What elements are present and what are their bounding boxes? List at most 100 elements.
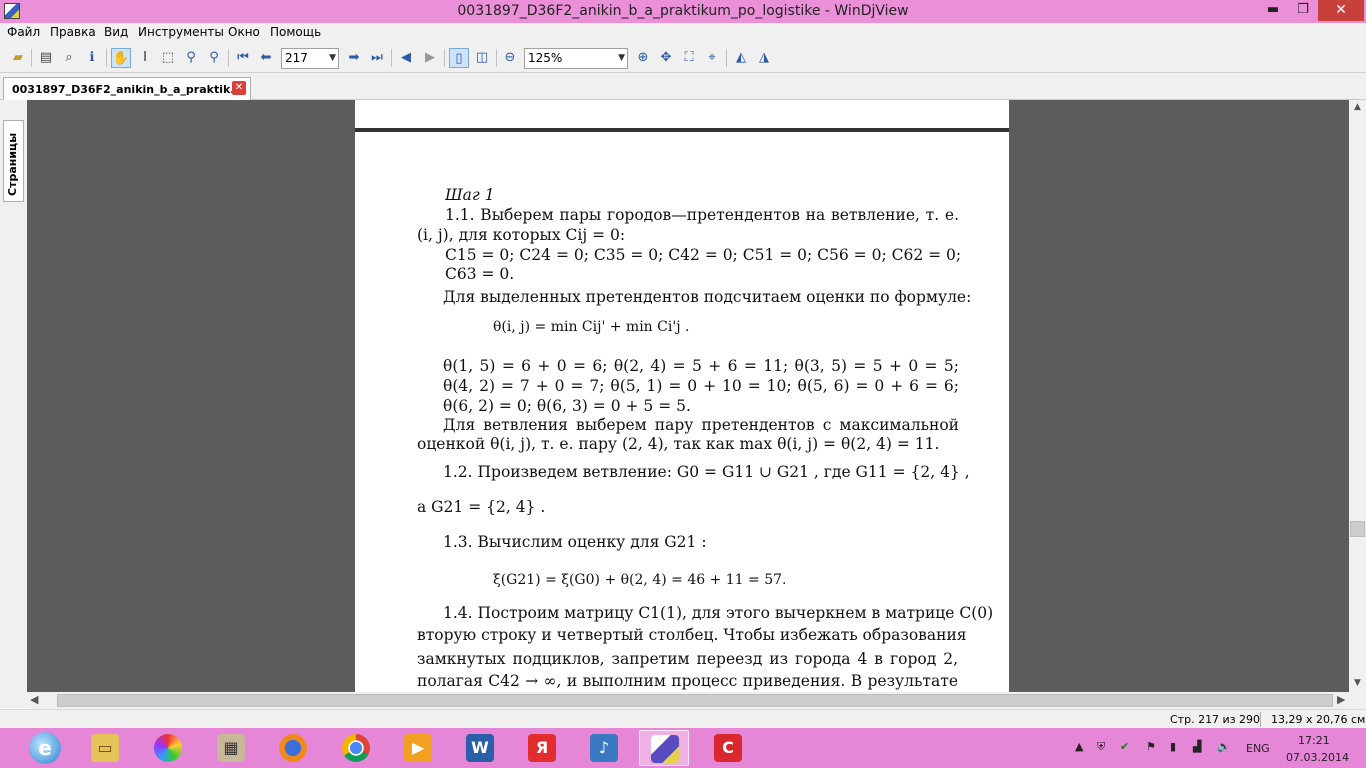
taskbar-media-player[interactable]: ▶ bbox=[393, 730, 443, 766]
zoom-in-tool-icon[interactable]: ⚲ bbox=[181, 48, 201, 68]
chevron-down-icon: ▼ bbox=[329, 53, 336, 63]
rotate-left-icon[interactable]: ◭ bbox=[731, 48, 751, 68]
tray-language[interactable]: ENG bbox=[1246, 742, 1270, 755]
formula-xi: ξ(G21) = ξ(G0) + θ(2, 4) = 46 + 11 = 57. bbox=[493, 572, 787, 588]
text-line: θ(4, 2) = 7 + 0 = 7; θ(5, 1) = 0 + 10 = … bbox=[443, 377, 959, 395]
explorer-icon: ▭ bbox=[91, 734, 119, 762]
horizontal-scrollbar[interactable]: ◀ ▶ bbox=[27, 692, 1349, 709]
text-line: а G21 = {2, 4} . bbox=[417, 498, 546, 516]
last-page-icon[interactable]: ⏭ bbox=[367, 48, 387, 68]
page-separator bbox=[355, 128, 1009, 132]
find-icon[interactable]: ⌕ bbox=[59, 48, 79, 68]
zoom-out-icon[interactable]: ⊖ bbox=[500, 48, 520, 68]
text-line: 1.4. Построим матрицу C1(1), для этого в… bbox=[443, 604, 994, 622]
document-viewer[interactable]: Шаг 1 1.1. Выберем пары городов—претенде… bbox=[27, 100, 1349, 692]
remote-icon: C bbox=[714, 734, 742, 762]
text-line: оценкой θ(i, j), т. е. пару (2, 4), так … bbox=[417, 435, 940, 453]
close-button[interactable]: ✕ bbox=[1318, 0, 1364, 21]
menu-help[interactable]: Помощь bbox=[270, 25, 321, 39]
clock-date[interactable]: 07.03.2014 bbox=[1286, 751, 1349, 764]
menu-edit[interactable]: Правка bbox=[50, 25, 96, 39]
zoom-value: 125% bbox=[528, 51, 563, 65]
text-line: θ(6, 2) = 0; θ(6, 3) = 0 + 5 = 5. bbox=[443, 397, 691, 415]
chevron-down-icon: ▼ bbox=[618, 53, 625, 63]
ie-icon[interactable]: e bbox=[29, 732, 61, 764]
menu-file[interactable]: Файл bbox=[7, 25, 40, 39]
text-line: 1.1. Выберем пары городов—претендентов н… bbox=[445, 206, 959, 224]
status-bar: Стр. 217 из 290 13,29 x 20,76 см bbox=[0, 709, 1366, 728]
first-page-icon[interactable]: ⏮ bbox=[233, 48, 253, 68]
zoom-in-icon[interactable]: ⊕ bbox=[633, 48, 653, 68]
tray-flag-icon[interactable]: ⚑ bbox=[1146, 740, 1156, 753]
fit-page-icon[interactable]: ✥ bbox=[656, 48, 676, 68]
tray-network-icon[interactable]: ▟ bbox=[1193, 740, 1201, 753]
actual-size-icon[interactable]: ⌖ bbox=[702, 48, 722, 68]
rect-select-icon[interactable]: ⬚ bbox=[158, 48, 178, 68]
toolbar: ▰ ▤ ⌕ ℹ ✋ Ⅰ ⬚ ⚲ ⚲ ⏮ ⬅ 217 ▼ ➡ ⏭ ◀ ▶ ▯ ◫ ⊖… bbox=[0, 43, 1366, 73]
taskbar-yandex[interactable]: Я bbox=[517, 730, 567, 766]
tray-shield-icon[interactable]: ⛨ bbox=[1097, 740, 1105, 754]
zoom-combo[interactable]: 125% ▼ bbox=[524, 48, 628, 69]
text-line: 1.2. Произведем ветвление: G0 = G11 ∪ G2… bbox=[443, 463, 970, 481]
status-page-size: 13,29 x 20,76 см bbox=[1271, 713, 1366, 726]
tray-battery-icon[interactable]: ▮ bbox=[1170, 740, 1176, 753]
taskbar-chrome[interactable] bbox=[331, 730, 381, 766]
forward-icon[interactable]: ▶ bbox=[420, 48, 440, 68]
previous-page-icon[interactable]: ⬅ bbox=[256, 48, 276, 68]
scroll-left-icon[interactable]: ◀ bbox=[30, 693, 38, 706]
text-line: полагая C42 → ∞, и выполним процесс прив… bbox=[417, 672, 958, 690]
pages-panel-label: Страницы bbox=[6, 132, 19, 196]
picasa-icon bbox=[154, 734, 182, 762]
taskbar-audio[interactable]: ♪ bbox=[579, 730, 629, 766]
horizontal-scroll-thumb[interactable] bbox=[57, 694, 1333, 707]
next-page-icon[interactable]: ➡ bbox=[344, 48, 364, 68]
taskbar-explorer[interactable]: ▭ bbox=[80, 730, 130, 766]
taskbar-firefox[interactable] bbox=[268, 730, 318, 766]
page-number-combo[interactable]: 217 ▼ bbox=[281, 48, 339, 69]
hand-tool-icon[interactable]: ✋ bbox=[111, 48, 131, 68]
firefox-icon bbox=[279, 734, 307, 762]
single-page-icon[interactable]: ▯ bbox=[449, 48, 469, 68]
pages-panel-tab[interactable]: Страницы bbox=[3, 120, 24, 202]
vertical-scroll-thumb[interactable] bbox=[1350, 521, 1365, 537]
open-icon[interactable]: ▰ bbox=[8, 48, 28, 68]
tab-document[interactable]: 0031897_D36F2_anikin_b_a_praktik... bbox=[3, 77, 251, 100]
tray-volume-icon[interactable]: 🔈 bbox=[1217, 740, 1231, 753]
menu-window[interactable]: Окно bbox=[228, 25, 260, 39]
menu-view[interactable]: Вид bbox=[104, 25, 128, 39]
text-line: Для ветвления выберем пару претендентов … bbox=[443, 416, 959, 434]
tray-expand-icon[interactable]: ▲ bbox=[1075, 740, 1083, 753]
taskbar-archive[interactable]: ▦ bbox=[206, 730, 256, 766]
print-icon[interactable]: ▤ bbox=[36, 48, 56, 68]
tray-check-icon[interactable]: ✔ bbox=[1120, 740, 1129, 753]
info-icon[interactable]: ℹ bbox=[82, 48, 102, 68]
maximize-button[interactable]: ❐ bbox=[1289, 0, 1317, 21]
taskbar-picasa[interactable] bbox=[143, 730, 193, 766]
facing-pages-icon[interactable]: ◫ bbox=[472, 48, 492, 68]
audio-icon: ♪ bbox=[590, 734, 618, 762]
back-icon[interactable]: ◀ bbox=[396, 48, 416, 68]
taskbar-word[interactable]: W bbox=[455, 730, 505, 766]
select-tool-icon[interactable]: Ⅰ bbox=[135, 48, 155, 68]
status-page-count: Стр. 217 из 290 bbox=[1170, 713, 1261, 726]
scroll-up-icon[interactable]: ▲ bbox=[1349, 102, 1366, 116]
rotate-right-icon[interactable]: ◮ bbox=[754, 48, 774, 68]
minimize-button[interactable]: ▬ bbox=[1258, 0, 1288, 21]
taskbar-remote[interactable]: C bbox=[703, 730, 753, 766]
menu-tools[interactable]: Инструменты bbox=[138, 25, 224, 39]
formula-theta: θ(i, j) = min Cij' + min Ci'j . bbox=[493, 319, 690, 335]
taskbar-windjview[interactable] bbox=[639, 730, 689, 766]
vertical-scrollbar[interactable]: ▲ ▼ bbox=[1349, 100, 1366, 692]
yandex-icon: Я bbox=[528, 734, 556, 762]
close-tab-icon[interactable]: ✕ bbox=[232, 81, 246, 95]
zoom-out-tool-icon[interactable]: ⚲ bbox=[204, 48, 224, 68]
scroll-down-icon[interactable]: ▼ bbox=[1349, 678, 1366, 692]
clock-time[interactable]: 17:21 bbox=[1298, 734, 1330, 747]
scroll-right-icon[interactable]: ▶ bbox=[1337, 693, 1345, 706]
text-line: вторую строку и четвертый столбец. Чтобы… bbox=[417, 626, 967, 644]
text-line: C15 = 0; C24 = 0; C35 = 0; C42 = 0; C51 … bbox=[445, 246, 962, 264]
page-number-value: 217 bbox=[285, 51, 308, 65]
fit-width-icon[interactable]: ⛶ bbox=[679, 48, 699, 68]
text-line: замкнутых подциклов, запретим переезд из… bbox=[417, 650, 958, 668]
scroll-corner bbox=[1349, 692, 1366, 709]
